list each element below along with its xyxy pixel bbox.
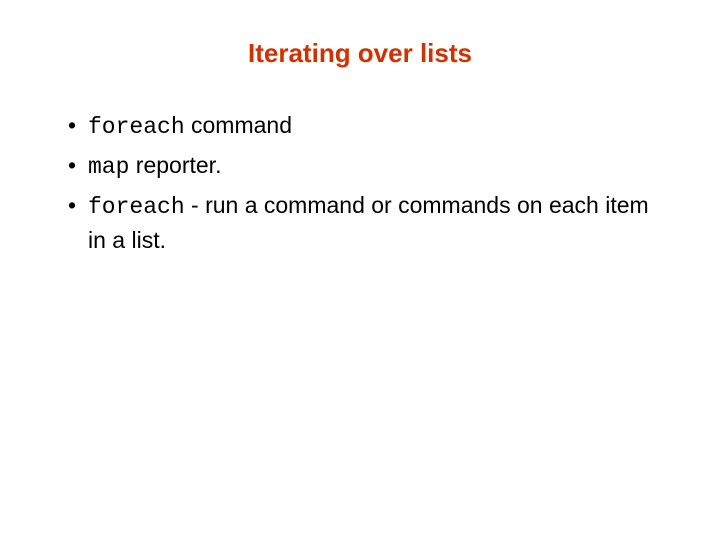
code-token: foreach	[88, 194, 185, 220]
bullet-text: command	[185, 112, 292, 138]
bullet-list: foreach command map reporter. foreach - …	[50, 109, 670, 256]
slide: Iterating over lists foreach command map…	[0, 0, 720, 292]
code-token: foreach	[88, 114, 185, 140]
slide-title: Iterating over lists	[50, 38, 670, 69]
code-token: map	[88, 154, 129, 180]
list-item: map reporter.	[68, 149, 670, 183]
list-item: foreach - run a command or commands on e…	[68, 189, 670, 255]
bullet-text: reporter.	[129, 152, 221, 178]
list-item: foreach command	[68, 109, 670, 143]
